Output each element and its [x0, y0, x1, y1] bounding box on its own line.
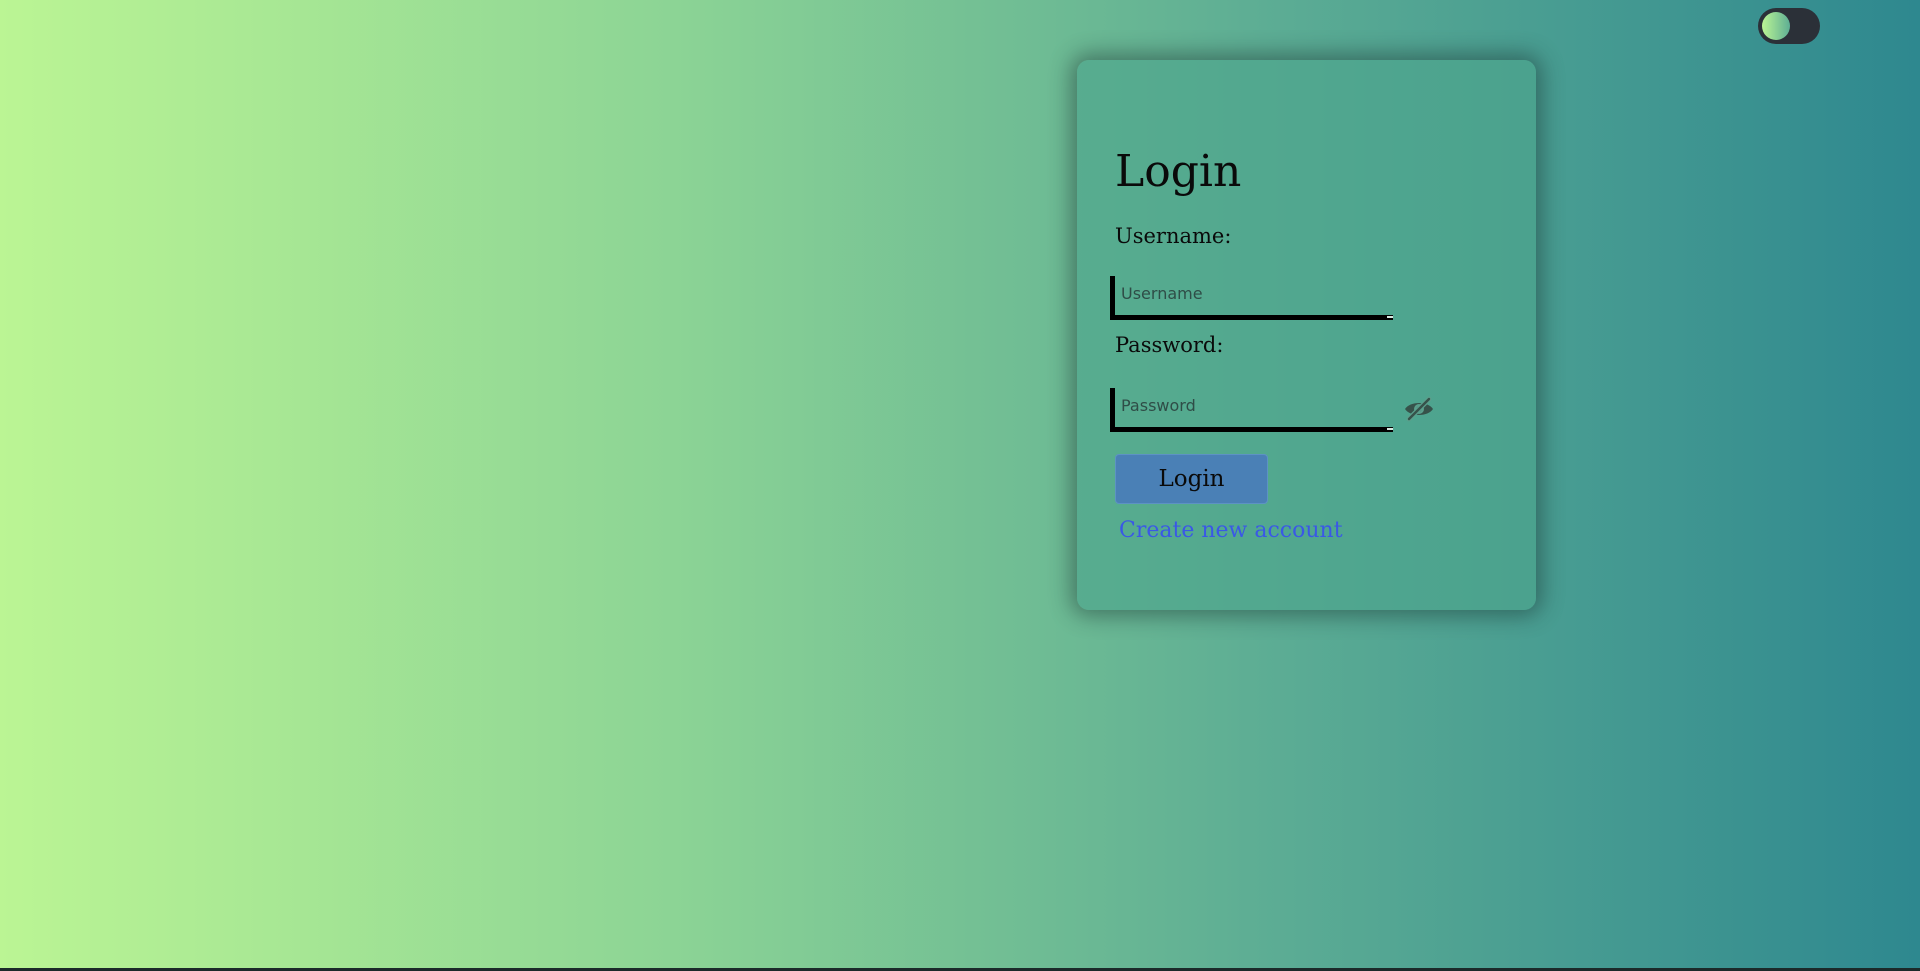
login-button[interactable]: Login	[1115, 454, 1268, 504]
theme-toggle[interactable]	[1758, 8, 1820, 44]
login-title: Login	[1115, 146, 1242, 197]
login-card: Login Username: Password: Login Create n…	[1077, 60, 1536, 610]
theme-toggle-knob	[1762, 12, 1790, 40]
eye-slash-icon[interactable]	[1403, 396, 1435, 422]
password-input[interactable]	[1110, 388, 1393, 432]
username-input[interactable]	[1110, 276, 1393, 320]
username-label: Username:	[1115, 224, 1232, 248]
page-background: Login Username: Password: Login Create n…	[0, 0, 1920, 971]
password-underline	[1387, 428, 1393, 430]
create-account-link[interactable]: Create new account	[1119, 518, 1343, 543]
password-label: Password:	[1115, 333, 1224, 357]
username-underline	[1387, 316, 1393, 318]
